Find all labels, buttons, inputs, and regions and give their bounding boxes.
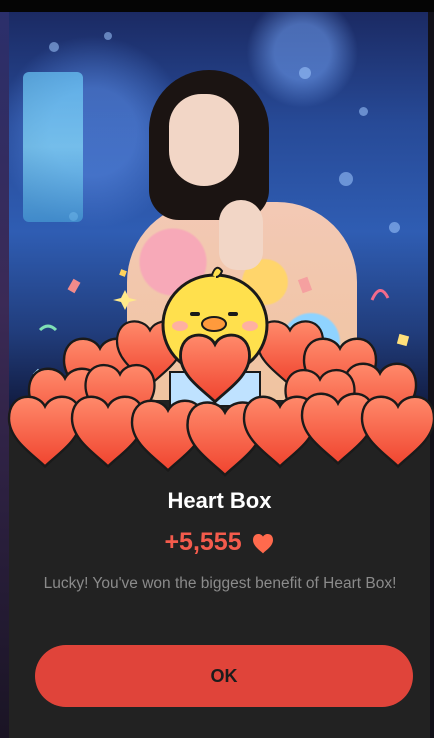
left-edge-background [0,12,9,738]
person-hand [219,200,263,270]
dialog-message: Lucky! You've won the biggest benefit of… [43,575,397,592]
dialog-title: Heart Box [167,488,272,513]
ok-button[interactable]: OK [35,645,413,707]
heart-icon [252,534,273,554]
status-bar [0,0,434,12]
screen: Heart Box +5,555 Lucky! You've won the b… [0,0,434,738]
background-photo [9,12,428,412]
background-figure [23,72,83,222]
person-face [169,94,239,186]
reward-amount-row: +5,555 [9,528,430,557]
reward-amount: +5,555 [164,528,242,556]
